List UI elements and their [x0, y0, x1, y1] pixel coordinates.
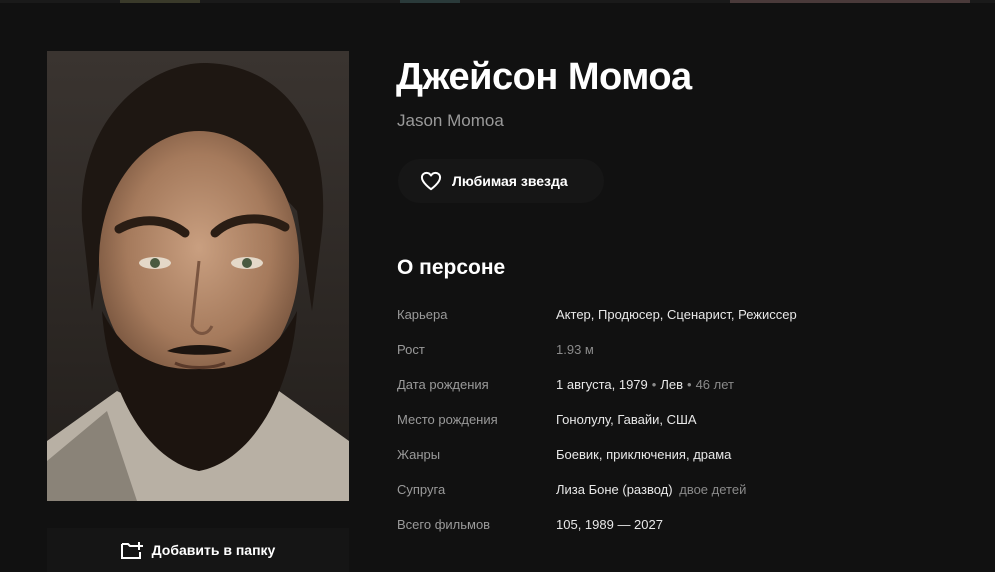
favorite-star-button[interactable]: Любимая звезда	[398, 159, 604, 203]
fact-row-spouse: Супруга Лиза Боне (развод) двое детей	[397, 472, 957, 507]
folder-add-icon	[120, 542, 143, 559]
fact-row-career: Карьера Актер, Продюсер, Сценарист, Режи…	[397, 297, 957, 332]
birth-date[interactable]: 1 августа, 1979	[556, 377, 648, 392]
fact-row-films: Всего фильмов 105, 1989 — 2027	[397, 507, 957, 542]
fact-value-films[interactable]: 105, 1989 — 2027	[556, 517, 663, 532]
top-banner-strip	[0, 0, 995, 3]
fact-value-birthdate: 1 августа, 1979 • Лев • 46 лет	[556, 377, 734, 392]
fact-label: Всего фильмов	[397, 517, 491, 532]
fact-value-height: 1.93 м	[556, 342, 594, 357]
fact-value-spouse: Лиза Боне (развод) двое детей	[556, 482, 746, 497]
about-section-title: О персоне	[397, 256, 506, 279]
fact-label: Рост	[397, 342, 425, 357]
fact-label: Супруга	[397, 482, 446, 497]
fact-row-height: Рост 1.93 м	[397, 332, 957, 367]
favorite-star-label: Любимая звезда	[452, 173, 568, 189]
add-to-folder-button[interactable]: Добавить в папку	[47, 528, 349, 572]
person-facts-table: Карьера Актер, Продюсер, Сценарист, Режи…	[397, 297, 957, 542]
spouse-note: двое детей	[679, 482, 747, 497]
person-photo	[47, 51, 349, 501]
original-name: Jason Momoa	[397, 111, 504, 130]
fact-value-career[interactable]: Актер, Продюсер, Сценарист, Режиссер	[556, 307, 797, 322]
fact-row-birthplace: Место рождения Гонолулу, Гавайи, США	[397, 402, 957, 437]
fact-label: Жанры	[397, 447, 441, 462]
spouse-name[interactable]: Лиза Боне (развод)	[556, 482, 673, 497]
fact-row-birthdate: Дата рождения 1 августа, 1979 • Лев • 46 лет	[397, 367, 957, 402]
page-title: Джейсон Момоа	[396, 56, 692, 98]
fact-label: Карьера	[397, 307, 448, 322]
fact-value-birthplace[interactable]: Гонолулу, Гавайи, США	[556, 412, 697, 427]
age: 46 лет	[695, 377, 734, 392]
fact-value-genres[interactable]: Боевик, приключения, драма	[556, 447, 731, 462]
zodiac-sign[interactable]: Лев	[660, 377, 683, 392]
fact-label: Дата рождения	[397, 377, 489, 392]
add-to-folder-label: Добавить в папку	[151, 542, 276, 558]
heart-icon	[420, 171, 442, 191]
fact-row-genres: Жанры Боевик, приключения, драма	[397, 437, 957, 472]
fact-label: Место рождения	[397, 412, 498, 427]
